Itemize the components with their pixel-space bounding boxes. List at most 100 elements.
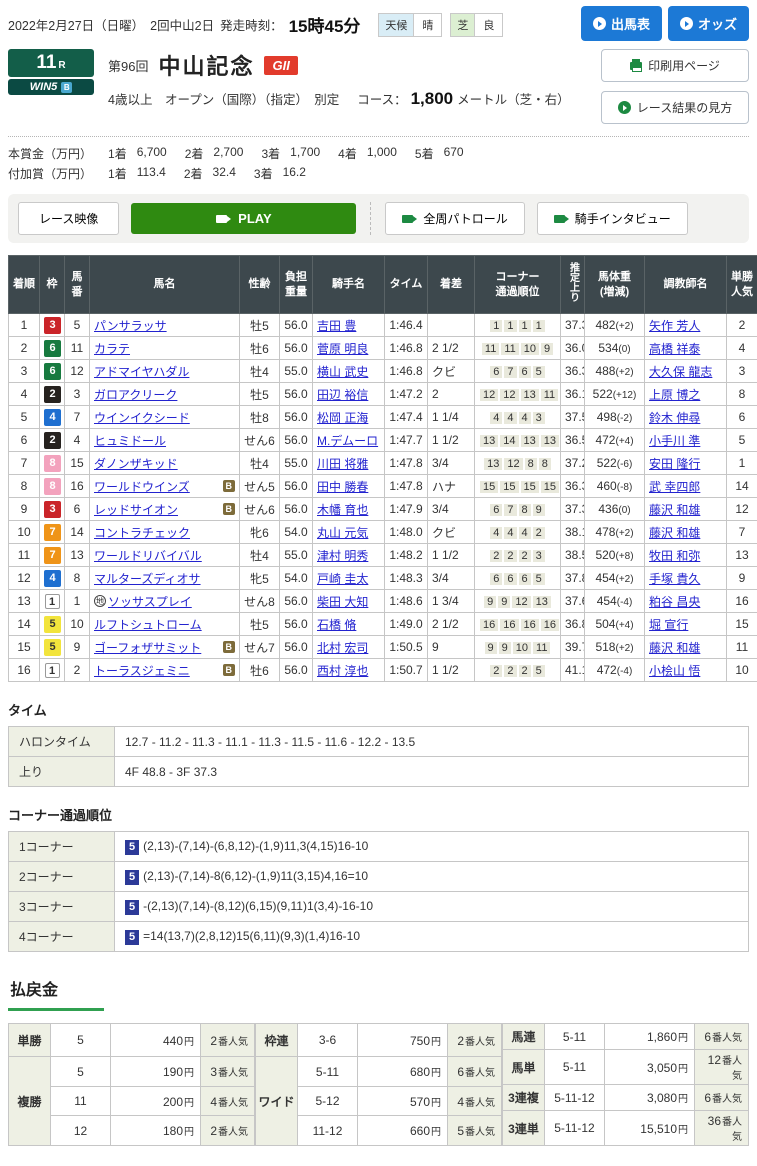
- trainer-link[interactable]: 藤沢 和雄: [649, 641, 700, 655]
- trainer-link[interactable]: 小桧山 悟: [649, 664, 700, 678]
- horse-name-link[interactable]: ソッサスプレイ: [108, 593, 192, 610]
- corner-pos: 2: [504, 665, 516, 677]
- payout-popularity: 6番人気: [695, 1024, 749, 1050]
- corner-positions: 15151515: [475, 475, 561, 498]
- shutsuba-button[interactable]: 出馬表: [581, 6, 662, 41]
- jockey-link[interactable]: 田中 勝春: [317, 480, 368, 494]
- video-camera-icon: [554, 215, 565, 223]
- trainer-link[interactable]: 堀 宣行: [649, 618, 688, 632]
- trainer-link[interactable]: 藤沢 和雄: [649, 526, 700, 540]
- finish-position: 11: [9, 544, 40, 567]
- payout-popularity: 36番人気: [695, 1111, 749, 1146]
- payout-combination: 5: [51, 1024, 111, 1057]
- table-row: 423ガロアクリーク牡556.0田辺 裕信1:47.221212131136.1…: [9, 383, 757, 406]
- trainer-link[interactable]: 粕谷 昌央: [649, 595, 700, 609]
- corner-positions: 2223: [475, 544, 561, 567]
- horse-name-link[interactable]: コントラチェック: [94, 524, 190, 541]
- race-video-button[interactable]: レース映像: [18, 202, 119, 235]
- finish-time: 1:47.2: [385, 383, 428, 406]
- jockey-cell: 木幡 育也: [313, 498, 385, 521]
- col-waku: 枠: [40, 256, 65, 314]
- corner-pos: 8: [525, 458, 537, 470]
- horse-name-link[interactable]: ワールドウインズ: [94, 478, 190, 495]
- horse-name-link[interactable]: トーラスジェミニ: [94, 662, 190, 679]
- patrol-video-button[interactable]: 全周パトロール: [385, 202, 524, 235]
- trainer-link[interactable]: 藤沢 和雄: [649, 503, 700, 517]
- corner-positions: 2225: [475, 659, 561, 682]
- win-popularity: 11: [727, 636, 757, 659]
- horse-number: 6: [65, 498, 90, 521]
- horse-name-link[interactable]: アドマイヤハダル: [94, 363, 189, 380]
- trainer-link[interactable]: 安田 隆行: [649, 457, 700, 471]
- sex-age: 牡5: [240, 383, 280, 406]
- trainer-link[interactable]: 小手川 準: [649, 434, 700, 448]
- jockey-link[interactable]: 北村 宏司: [317, 641, 368, 655]
- meeting-label: 2回中山2日: [150, 15, 214, 34]
- jockey-link[interactable]: 田辺 裕信: [317, 388, 368, 402]
- jockey-link[interactable]: 菅原 明良: [317, 342, 368, 356]
- yen-suffix: 円: [184, 1127, 194, 1138]
- odds-button[interactable]: オッズ: [668, 6, 749, 41]
- horse-name-link[interactable]: ガロアクリーク: [94, 386, 177, 403]
- print-page-button[interactable]: 印刷用ページ: [601, 49, 749, 82]
- payout-row: ワイド5-11680円6番人気: [256, 1057, 502, 1087]
- jockey-link[interactable]: 石橋 脩: [317, 618, 356, 632]
- horse-name-link[interactable]: ダノンザキッド: [94, 455, 178, 472]
- horse-name-link[interactable]: ウインイクシード: [94, 409, 190, 426]
- trainer-link[interactable]: 高橋 祥泰: [649, 342, 700, 356]
- jockey-link[interactable]: 松岡 正海: [317, 411, 368, 425]
- jockey-link[interactable]: 戸崎 圭太: [317, 572, 368, 586]
- jockey-link[interactable]: 横山 武史: [317, 365, 368, 379]
- horse-name-link[interactable]: ヒュミドール: [94, 432, 166, 449]
- jockey-link[interactable]: 木幡 育也: [317, 503, 368, 517]
- horse-name-link[interactable]: パンサラッサ: [94, 317, 167, 334]
- trainer-link[interactable]: 手塚 貴久: [649, 572, 700, 586]
- corner-pos: 4: [490, 412, 502, 424]
- jockey-link[interactable]: 丸山 元気: [317, 526, 368, 540]
- trainer-link[interactable]: 牧田 和弥: [649, 549, 700, 563]
- jockey-link[interactable]: 津村 明秀: [317, 549, 368, 563]
- jockey-interview-button[interactable]: 騎手インタビュー: [537, 202, 688, 235]
- prize-extra-items: 1着113.42着32.43着16.2: [108, 165, 306, 182]
- waku-badge: 8: [44, 478, 61, 495]
- results-tbody: 135パンサラッサ牡556.0吉田 豊1:46.4111137.3482(+2)…: [9, 314, 757, 682]
- margin: 3/4: [428, 498, 475, 521]
- jockey-link[interactable]: 柴田 大知: [317, 595, 368, 609]
- play-button[interactable]: PLAY: [131, 203, 356, 234]
- corner-pos: 8: [519, 504, 531, 516]
- trainer-link[interactable]: 武 幸四郎: [649, 480, 700, 494]
- horse-name-cell: ルフトシュトローム: [90, 613, 240, 636]
- trainer-cell: 堀 宣行: [645, 613, 727, 636]
- horse-name-link[interactable]: カラテ: [94, 340, 130, 357]
- waku-cell: 4: [40, 567, 65, 590]
- prize-extra-label: 付加賞（万円）: [8, 165, 92, 182]
- corner-positions: 4442: [475, 521, 561, 544]
- horse-name-link[interactable]: マルターズディオサ: [94, 570, 201, 587]
- divider: [370, 202, 371, 235]
- jockey-link[interactable]: 川田 将雅: [317, 457, 368, 471]
- corner-row-value: 5-(2,13)(7,14)-(8,12)(6,15)(9,11)1(3,4)-…: [115, 892, 749, 922]
- jockey-link[interactable]: 西村 淳也: [317, 664, 368, 678]
- prize-place: 3着: [261, 145, 280, 162]
- trainer-link[interactable]: 矢作 芳人: [649, 319, 700, 333]
- finish-position: 14: [9, 613, 40, 636]
- jockey-link[interactable]: 吉田 豊: [317, 319, 356, 333]
- race-video-label: レース映像: [39, 212, 98, 226]
- corner-pos: 7: [504, 366, 516, 378]
- win-popularity: 2: [727, 314, 757, 337]
- horse-name-cell: ゴーフォザサミットB: [90, 636, 240, 659]
- horse-name-link[interactable]: ルフトシュトローム: [94, 616, 202, 633]
- last-3f: 36.8: [561, 613, 585, 636]
- trainer-link[interactable]: 鈴木 伸尋: [649, 411, 700, 425]
- how-to-read-button[interactable]: レース結果の見方: [601, 91, 749, 124]
- win-popularity: 1: [727, 452, 757, 475]
- horse-name-link[interactable]: レッドサイオン: [94, 501, 178, 518]
- horse-name-link[interactable]: ワールドリバイバル: [94, 547, 202, 564]
- trainer-link[interactable]: 大久保 龍志: [649, 365, 712, 379]
- waku-badge: 7: [44, 524, 61, 541]
- waku-badge: 3: [44, 317, 61, 334]
- horse-name-link[interactable]: ゴーフォザサミット: [94, 639, 201, 656]
- jockey-link[interactable]: M.デムーロ: [317, 434, 378, 448]
- col-time: タイム: [385, 256, 428, 314]
- trainer-link[interactable]: 上原 博之: [649, 388, 700, 402]
